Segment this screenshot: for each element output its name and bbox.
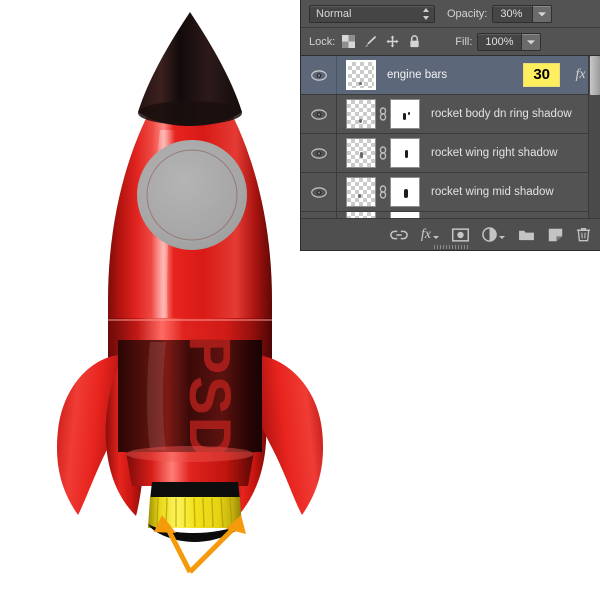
- transparency-checker-icon[interactable]: [342, 35, 356, 48]
- lock-fill-row: Lock: Fill: 100%: [301, 28, 600, 56]
- layer-thumbnails[interactable]: [337, 177, 420, 207]
- fill-label: Fill:: [455, 35, 473, 48]
- layers-scrollbar[interactable]: [588, 56, 600, 219]
- porthole-outer: [137, 140, 247, 250]
- layer-list[interactable]: engine bars 30 fx rocket body dn ring sh…: [301, 56, 600, 219]
- fill-control[interactable]: 100%: [477, 32, 541, 51]
- delete-layer-icon[interactable]: [576, 226, 591, 244]
- opacity-control[interactable]: 30%: [492, 4, 553, 23]
- opacity-label: Opacity:: [447, 7, 488, 20]
- layer-row[interactable]: rocket wing right shadow: [301, 134, 600, 173]
- add-layer-mask-icon[interactable]: [452, 226, 469, 244]
- layer-mask-thumbnail[interactable]: [390, 177, 420, 207]
- eye-icon: [310, 108, 327, 120]
- nose-cone-base: [138, 101, 242, 125]
- link-layers-icon[interactable]: [390, 226, 408, 244]
- layer-name[interactable]: rocket wing right shadow: [420, 147, 600, 159]
- layer-style-fx-icon[interactable]: fx: [421, 226, 439, 244]
- lower-body-lip: [126, 446, 254, 462]
- layer-style-fx-icon: fx: [575, 67, 586, 82]
- lock-label: Lock:: [309, 35, 336, 48]
- layer-thumbnails[interactable]: [337, 60, 376, 90]
- layer-thumbnail[interactable]: [346, 99, 376, 129]
- new-group-icon[interactable]: [518, 226, 535, 244]
- layer-mask-link-icon[interactable]: [376, 146, 390, 160]
- eye-icon: [310, 147, 327, 159]
- layer-name[interactable]: engine bars: [376, 69, 523, 81]
- opacity-dropdown-arrow-icon[interactable]: [532, 4, 553, 23]
- chevron-down-icon[interactable]: [499, 236, 505, 239]
- brush-icon[interactable]: [364, 35, 377, 48]
- blend-opacity-row: Normal Opacity: 30%: [301, 0, 600, 28]
- layers-panel: Normal Opacity: 30% Lock: Fill: 100% eng…: [300, 0, 600, 251]
- eye-icon: [310, 69, 327, 81]
- layer-badge: 30: [523, 63, 560, 87]
- panel-resize-grip[interactable]: [433, 245, 468, 249]
- layer-mask-thumbnail[interactable]: [390, 99, 420, 129]
- layer-row[interactable]: rocket body dn ring shadow: [301, 95, 600, 134]
- layer-mask-thumbnail[interactable]: [390, 138, 420, 168]
- rocket-psd-text: PSD: [177, 335, 242, 460]
- layer-mask-link-icon[interactable]: [376, 185, 390, 199]
- layers-panel-toolbar: fx: [301, 218, 600, 250]
- move-icon[interactable]: [386, 35, 399, 48]
- lock-icon[interactable]: [408, 35, 421, 48]
- layer-row[interactable]: rocket wing mid shadow: [301, 173, 600, 212]
- fill-dropdown-arrow-icon[interactable]: [520, 32, 541, 51]
- layer-thumbnails[interactable]: [337, 99, 420, 129]
- layer-visibility-toggle[interactable]: [301, 134, 337, 172]
- layer-thumbnail[interactable]: [346, 60, 376, 90]
- adjustment-layer-icon[interactable]: [482, 226, 505, 244]
- fx-label: fx: [420, 226, 431, 242]
- blend-mode-select[interactable]: Normal: [309, 4, 435, 23]
- screenshot-stage: PSD Normal Opacity: 30% Lock: Fill: 100%…: [0, 0, 600, 600]
- layer-name[interactable]: rocket wing mid shadow: [420, 186, 600, 198]
- opacity-value[interactable]: 30%: [492, 4, 533, 23]
- new-layer-icon[interactable]: [548, 226, 563, 244]
- layer-row[interactable]: engine bars 30 fx: [301, 56, 600, 95]
- layer-mask-link-icon[interactable]: [376, 107, 390, 121]
- blend-mode-value: Normal: [316, 7, 352, 20]
- scrollbar-thumb[interactable]: [590, 56, 600, 95]
- layer-name[interactable]: rocket body dn ring shadow: [420, 108, 600, 120]
- chevron-down-icon[interactable]: [433, 236, 439, 239]
- chevron-updown-icon: [423, 7, 430, 20]
- layer-visibility-toggle[interactable]: [301, 95, 337, 133]
- eye-icon: [310, 186, 327, 198]
- layer-visibility-toggle[interactable]: [301, 173, 337, 211]
- fill-value[interactable]: 100%: [477, 32, 521, 51]
- lock-icon-group: [342, 35, 421, 48]
- layer-thumbnail[interactable]: [346, 177, 376, 207]
- layer-thumbnail[interactable]: [346, 138, 376, 168]
- layer-thumbnails[interactable]: [337, 138, 420, 168]
- layer-visibility-toggle[interactable]: [301, 56, 337, 94]
